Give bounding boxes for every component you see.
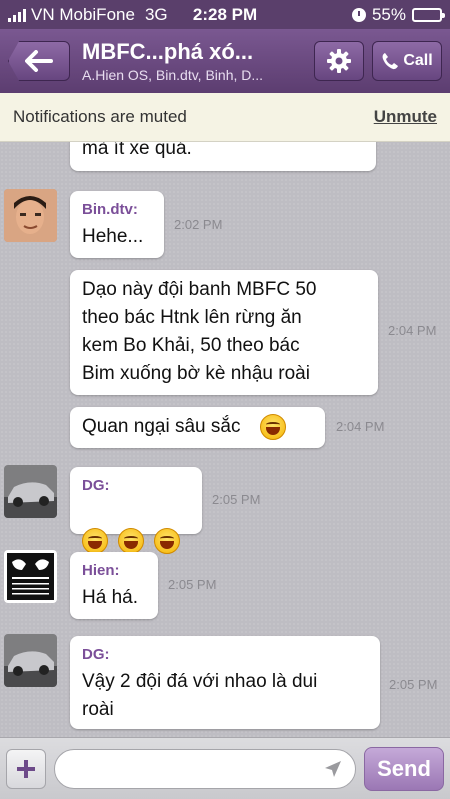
message-text: mà ít xe quá. bbox=[82, 142, 192, 159]
mute-banner: Notifications are muted Unmute bbox=[0, 93, 450, 142]
message-list[interactable]: mà ít xe quá. Bin.dtv: Hehe... 2:02 PM D… bbox=[0, 142, 450, 737]
message-bubble[interactable]: Hien: Há há. bbox=[70, 552, 158, 619]
chat-header: MBFC...phá xó... A.Hien OS, Bin.dtv, Bin… bbox=[0, 29, 450, 93]
message-bubble[interactable]: DG: Vậy 2 đội đá với nhao là dui roài bbox=[70, 636, 380, 729]
message-input[interactable] bbox=[54, 748, 356, 789]
message-time: 2:04 PM bbox=[336, 419, 385, 434]
laughing-emoji-icon bbox=[154, 527, 180, 554]
laughing-emoji-icon bbox=[118, 527, 144, 554]
message-time: 2:05 PM bbox=[168, 577, 217, 592]
status-bar: VN MobiFone 3G 2:28 PM 55% bbox=[0, 0, 450, 29]
message-text: Quan ngại sâu sắc bbox=[82, 416, 241, 437]
battery-icon bbox=[412, 7, 445, 22]
message-text: Hehe... bbox=[82, 226, 144, 247]
message-input-wrapper bbox=[46, 748, 364, 789]
arrow-left-icon bbox=[25, 50, 53, 72]
avatar[interactable] bbox=[4, 189, 57, 242]
avatar[interactable] bbox=[4, 465, 57, 518]
sender-name: Hien: bbox=[82, 562, 120, 579]
sender-name: DG: bbox=[82, 646, 110, 663]
clock-icon bbox=[351, 7, 366, 22]
battery-percent: 55% bbox=[371, 4, 406, 24]
send-button[interactable]: Send bbox=[364, 746, 444, 791]
message-text: Vậy 2 đội đá với nhao là dui roài bbox=[82, 671, 318, 720]
plus-icon bbox=[17, 759, 35, 778]
message-time: 2:05 PM bbox=[389, 677, 438, 692]
laughing-emoji-icon bbox=[82, 527, 108, 554]
message-time: 2:04 PM bbox=[388, 323, 437, 338]
sender-name: Bin.dtv: bbox=[82, 201, 138, 218]
message-time: 2:05 PM bbox=[212, 492, 261, 507]
avatar[interactable] bbox=[4, 550, 57, 603]
message-bubble[interactable]: DG: bbox=[70, 467, 202, 554]
conversation-info[interactable]: MBFC...phá xó... A.Hien OS, Bin.dtv, Bin… bbox=[82, 39, 306, 83]
add-attachment-button[interactable] bbox=[6, 748, 46, 789]
signal-bars-icon bbox=[8, 8, 26, 22]
back-button[interactable] bbox=[8, 41, 70, 81]
carrier-name: VN MobiFone bbox=[31, 4, 135, 24]
conversation-participants: A.Hien OS, Bin.dtv, Binh, D... bbox=[82, 67, 264, 83]
message-text: Dạo này đội banh MBFC 50 theo bác Htnk l… bbox=[82, 279, 317, 384]
gear-icon bbox=[327, 49, 351, 73]
message-time: 2:02 PM bbox=[174, 217, 223, 232]
message-text: Há há. bbox=[82, 587, 138, 608]
laughing-emoji-icon bbox=[259, 413, 286, 440]
phone-icon bbox=[382, 53, 399, 70]
sender-name: DG: bbox=[82, 477, 110, 494]
message-bubble[interactable]: Quan ngại sâu sắc bbox=[70, 407, 325, 448]
composer-bar: Send bbox=[0, 737, 450, 799]
call-button[interactable]: Call bbox=[372, 41, 442, 81]
message-bubble[interactable]: Bin.dtv: Hehe... bbox=[70, 191, 164, 258]
call-label: Call bbox=[403, 52, 433, 69]
settings-button[interactable] bbox=[314, 41, 364, 81]
network-type: 3G bbox=[144, 4, 168, 24]
conversation-title: MBFC...phá xó... bbox=[82, 39, 254, 64]
message-bubble[interactable]: Dạo này đội banh MBFC 50 theo bác Htnk l… bbox=[70, 270, 378, 395]
mute-message: Notifications are muted bbox=[13, 107, 187, 126]
location-arrow-icon[interactable] bbox=[324, 760, 342, 778]
avatar[interactable] bbox=[4, 634, 57, 687]
message-text bbox=[82, 499, 190, 555]
message-bubble[interactable]: mà ít xe quá. bbox=[70, 142, 376, 171]
unmute-link[interactable]: Unmute bbox=[374, 107, 437, 127]
